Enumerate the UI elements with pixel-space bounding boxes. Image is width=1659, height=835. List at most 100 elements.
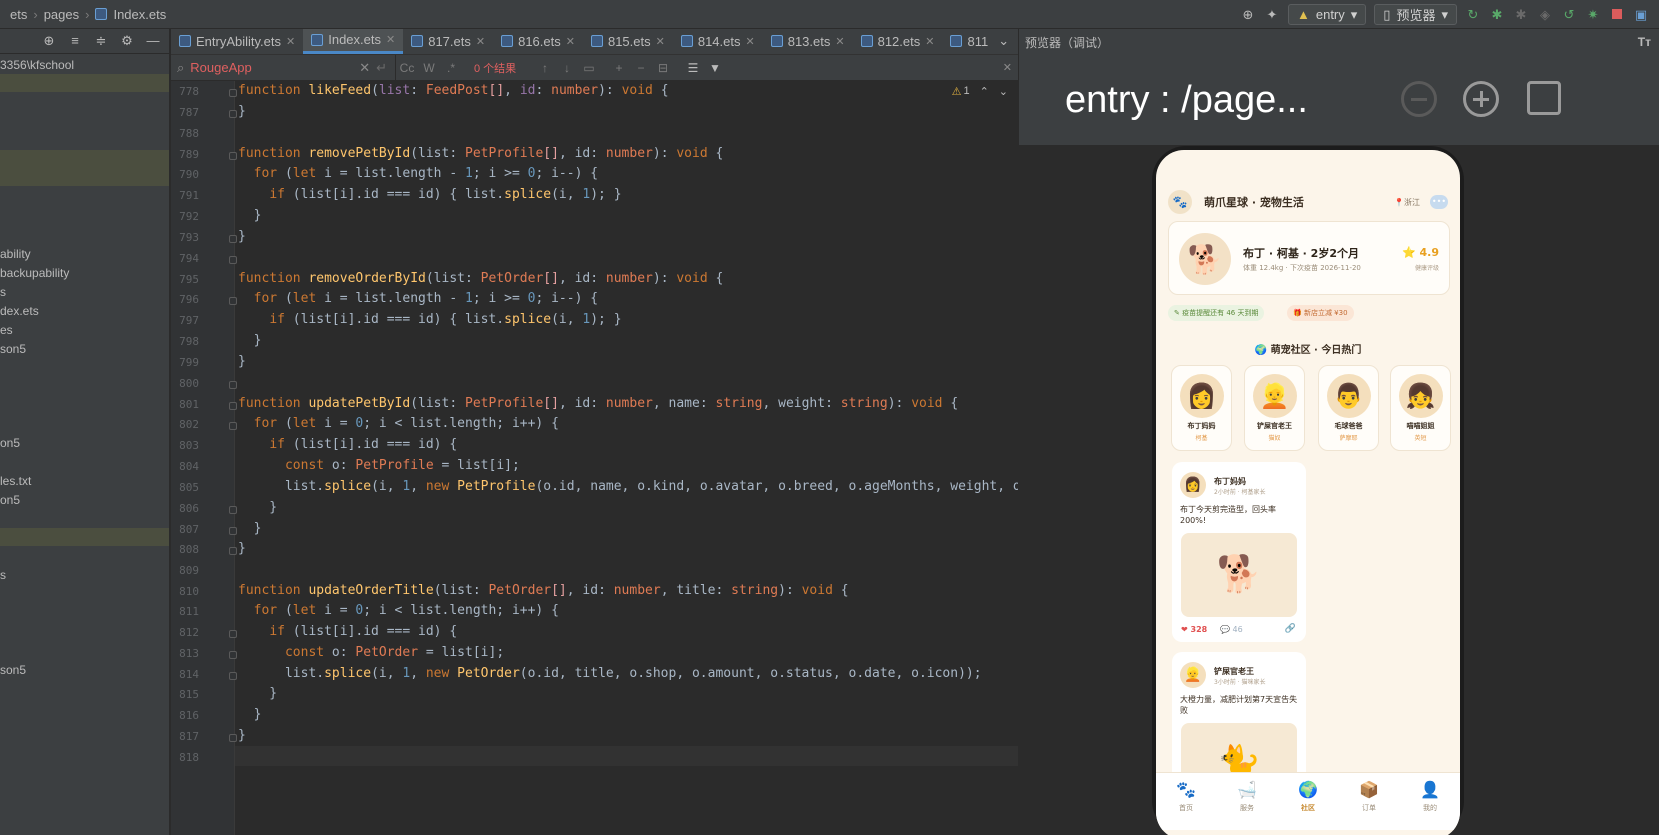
app-screen[interactable]: 🐾 萌爪星球 · 宠物生活 📍浙江 ••• 🐕 布丁 · 柯基 · 2岁2个月 … (1156, 150, 1460, 835)
expand-all-icon[interactable]: ≡ (67, 33, 83, 49)
breadcrumb-item[interactable]: pages (44, 7, 79, 22)
tab-index[interactable]: Index.ets ✕ (303, 29, 404, 54)
location[interactable]: 📍浙江 (1394, 197, 1420, 208)
tree-item-selected[interactable] (0, 74, 169, 92)
tab-814[interactable]: 814.ets ✕ (673, 29, 763, 54)
inspection-widget[interactable]: ⚠ 1 ⌃ ⌄ (952, 85, 1008, 98)
fold-marker-icon[interactable] (229, 381, 237, 389)
clear-icon[interactable]: ✕ (359, 60, 370, 76)
search-input[interactable]: ⌕ RougeApp ✕ ↵ (171, 54, 396, 81)
zoom-in-icon[interactable] (1463, 81, 1499, 117)
tree-item-selected[interactable] (0, 150, 169, 186)
nav-home[interactable]: 🐾 首页 (1166, 781, 1206, 813)
select-all-icon[interactable]: ▭ (578, 61, 600, 75)
fold-marker-icon[interactable] (229, 89, 237, 97)
nav-community[interactable]: 🌍 社区 (1288, 781, 1328, 813)
fold-marker-icon[interactable] (229, 651, 237, 659)
match-case-button[interactable]: Cc (396, 61, 418, 75)
bug-run-icon[interactable]: ✷ (1585, 7, 1601, 23)
tree-item[interactable]: son5 (0, 340, 169, 358)
fold-marker-icon[interactable] (229, 506, 237, 514)
arrow-up-icon[interactable]: ↑ (534, 61, 556, 75)
pet-card[interactable]: 🐕 布丁 · 柯基 · 2岁2个月 体重 12.4kg · 下次疫苗 2026-… (1168, 221, 1450, 295)
arrow-down-icon[interactable]: ↓ (556, 61, 578, 75)
whole-word-button[interactable]: W (418, 61, 440, 75)
tree-item[interactable]: son5 (0, 661, 169, 679)
like-button[interactable]: ❤ 328 (1181, 625, 1207, 634)
close-icon[interactable]: ✕ (286, 35, 295, 48)
nav-service[interactable]: 🛁 服务 (1227, 781, 1267, 813)
close-icon[interactable]: ✕ (656, 35, 665, 48)
attach-icon[interactable]: ✱ (1513, 7, 1529, 23)
code-editor[interactable]: ⚠ 1 ⌃ ⌄ 778 787 788 789 790 791 792 793 794 795 79… (171, 81, 1018, 835)
collapse-all-icon[interactable]: ≑ (93, 33, 109, 49)
debug-icon[interactable]: ✱ (1489, 7, 1505, 23)
project-structure-icon[interactable]: ▣ (1633, 7, 1649, 23)
user-card[interactable]: 👨 毛球爸爸 萨摩耶 (1318, 365, 1379, 451)
tab-813[interactable]: 813.ets ✕ (763, 29, 853, 54)
close-icon[interactable]: ✕ (386, 33, 395, 46)
fold-marker-icon[interactable] (229, 422, 237, 430)
fold-marker-icon[interactable] (229, 527, 237, 535)
tree-item-selected[interactable] (0, 528, 169, 546)
close-icon[interactable]: ✕ (835, 35, 844, 48)
fold-marker-icon[interactable] (229, 110, 237, 118)
comment-button[interactable]: 💬 46 (1220, 625, 1243, 634)
module-select[interactable]: ▲ entry ▾ (1287, 4, 1367, 25)
newline-icon[interactable]: ↵ (376, 60, 387, 76)
fold-marker-icon[interactable] (229, 402, 237, 410)
locate-icon[interactable]: ⊕ (41, 33, 57, 49)
tree-item[interactable]: dex.ets (0, 302, 169, 320)
target-icon[interactable]: ⊕ (1240, 7, 1256, 23)
vaccine-chip[interactable]: ✎ 疫苗提醒还有 46 天到期 (1168, 305, 1265, 321)
fit-screen-icon[interactable] (1527, 81, 1561, 115)
fold-marker-icon[interactable] (229, 256, 237, 264)
tree-item[interactable]: backupability (0, 264, 169, 282)
bug-icon[interactable]: ✦ (1264, 7, 1280, 23)
tab-812[interactable]: 812.ets ✕ (853, 29, 943, 54)
tree-item[interactable]: ability (0, 245, 169, 263)
fold-marker-icon[interactable] (229, 152, 237, 160)
fold-marker-icon[interactable] (229, 547, 237, 555)
tree-item[interactable]: on5 (0, 491, 169, 509)
tab-811[interactable]: 811 (942, 29, 990, 54)
device-select[interactable]: ▯ 预览器 ▾ (1374, 4, 1457, 25)
chevron-down-icon[interactable]: ⌄ (998, 33, 1009, 49)
tree-item[interactable]: les.txt (0, 472, 169, 490)
close-find-icon[interactable]: ✕ (1003, 61, 1012, 74)
rerun-icon[interactable]: ↻ (1465, 7, 1481, 23)
tree-item[interactable]: es (0, 321, 169, 339)
nav-profile[interactable]: 👤 我的 (1410, 781, 1450, 813)
stop-icon[interactable] (1609, 7, 1625, 23)
fold-marker-icon[interactable] (229, 630, 237, 638)
breadcrumb-item[interactable]: ets (10, 7, 27, 22)
tab-entryability[interactable]: EntryAbility.ets ✕ (171, 29, 303, 54)
chevron-down-icon[interactable]: ⌄ (999, 85, 1008, 98)
select-all-occurrences-icon[interactable]: ⊟ (652, 61, 674, 75)
close-icon[interactable]: ✕ (566, 35, 575, 48)
multiline-icon[interactable]: ☰ (682, 61, 704, 75)
regex-button[interactable]: .* (440, 61, 462, 75)
tab-817[interactable]: 817.ets ✕ (403, 29, 493, 54)
close-icon[interactable]: ✕ (746, 35, 755, 48)
feed-post[interactable]: 👩 布丁妈妈 2小时前 · 柯基家长 布丁今天剪完造型，回头率200%! 🐕 ❤… (1172, 462, 1306, 642)
fold-marker-icon[interactable] (229, 235, 237, 243)
close-icon[interactable]: ✕ (925, 35, 934, 48)
user-card[interactable]: 👩 布丁妈妈 柯基 (1171, 365, 1232, 451)
tree-item[interactable]: 3356\kfschool (0, 56, 169, 74)
zoom-out-icon[interactable] (1401, 81, 1437, 117)
fold-marker-icon[interactable] (229, 734, 237, 742)
tab-815[interactable]: 815.ets ✕ (583, 29, 673, 54)
close-icon[interactable]: ✕ (476, 35, 485, 48)
coupon-chip[interactable]: 🎁 新店立减 ¥30 (1287, 305, 1354, 321)
nav-orders[interactable]: 📦 订单 (1349, 781, 1389, 813)
add-selection-icon[interactable]: + (608, 61, 630, 75)
fold-marker-icon[interactable] (229, 672, 237, 680)
profile-icon[interactable]: ◈ (1537, 7, 1553, 23)
breadcrumb-item[interactable]: Index.ets (113, 7, 166, 22)
minimize-icon[interactable]: — (145, 33, 161, 49)
gear-icon[interactable]: ⚙ (119, 33, 135, 49)
remove-selection-icon[interactable]: − (630, 61, 652, 75)
link-icon[interactable]: 🔗 (1285, 624, 1296, 634)
feed-post[interactable]: 👱 铲屎官老王 3小时前 · 猫咪家长 大橙力量，减肥计划第7天宣告失败 🐈 (1172, 652, 1306, 807)
